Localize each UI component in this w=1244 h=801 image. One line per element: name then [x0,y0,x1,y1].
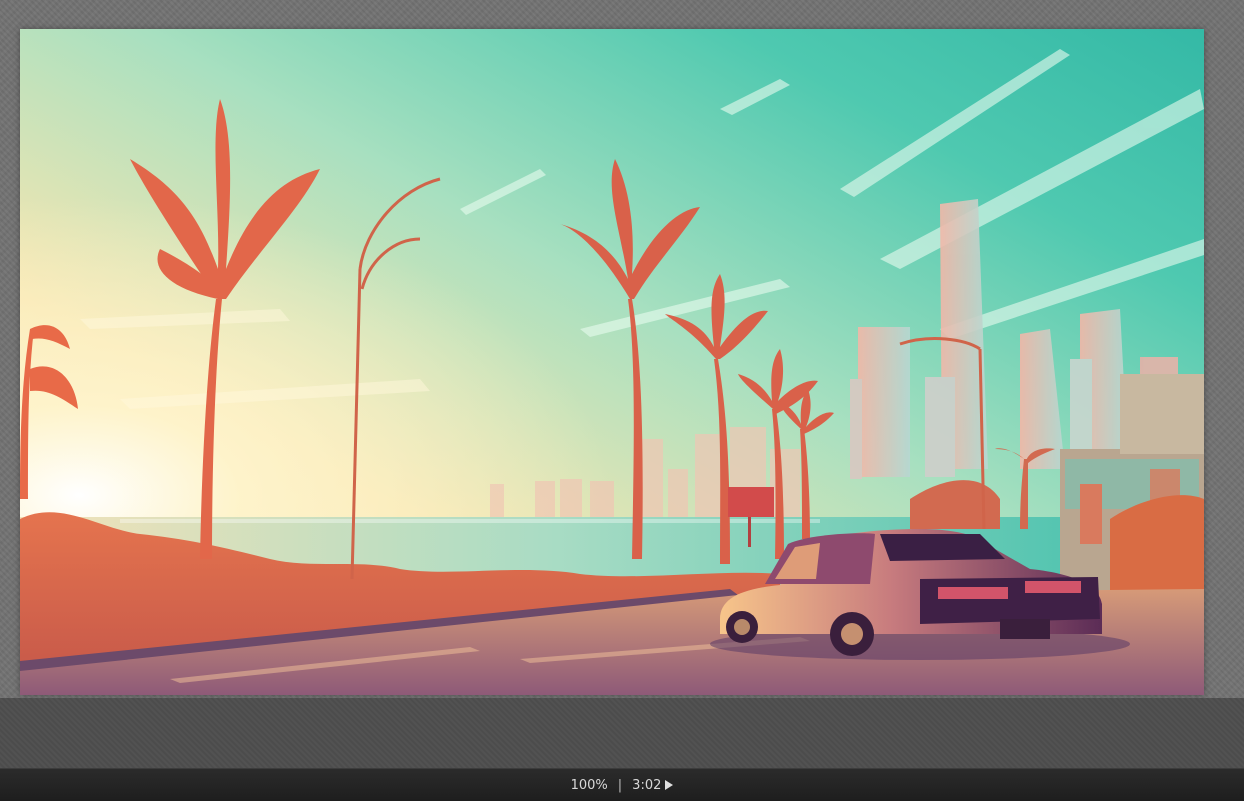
status-bar: 100% | 3:02 [0,768,1244,801]
image-viewer: 100% | 3:02 [0,0,1244,801]
play-icon[interactable] [665,780,674,790]
slideshow-duration: 3:02 [632,777,662,793]
artwork-illustration [20,29,1204,695]
bottom-panel [0,698,1244,768]
displayed-image[interactable] [20,29,1204,695]
status-separator: | [617,777,623,793]
zoom-level[interactable]: 100% [571,778,608,793]
